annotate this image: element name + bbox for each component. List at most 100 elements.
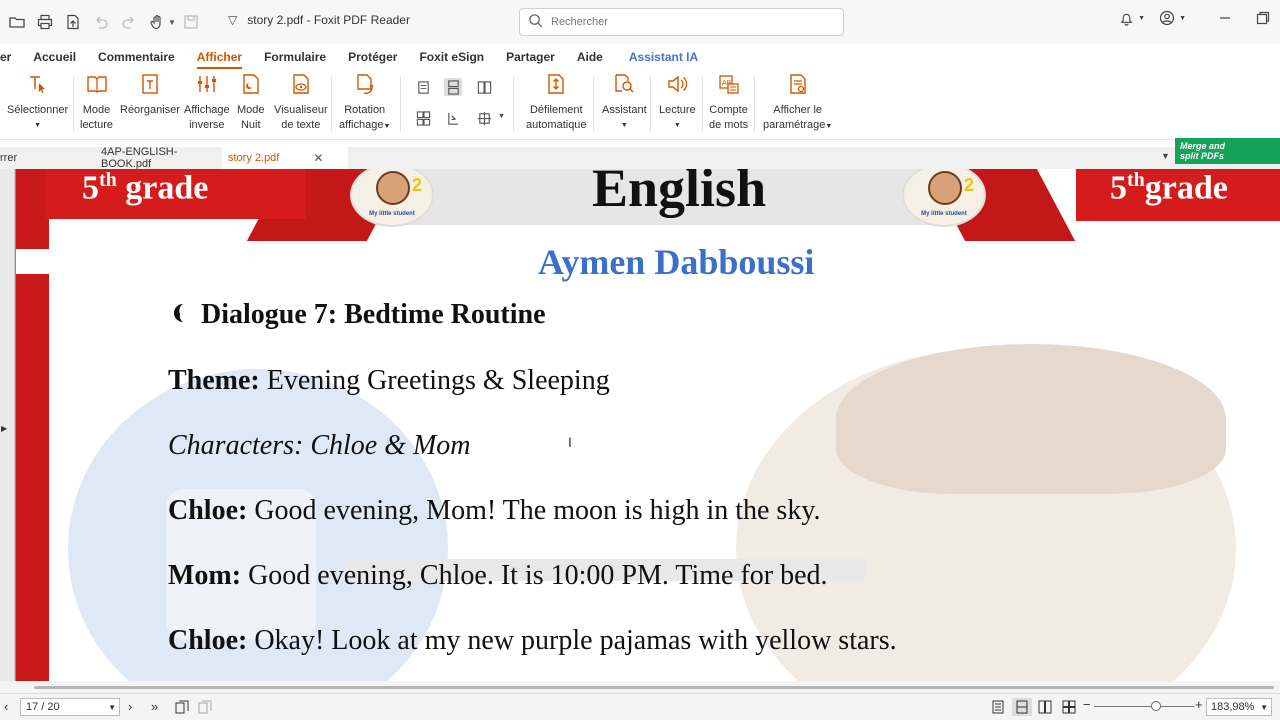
- page-number-field[interactable]: 17 / 20 ▼: [20, 698, 120, 716]
- scrollbar-thumb[interactable]: [34, 686, 1274, 689]
- zoom-slider-knob[interactable]: [1151, 701, 1161, 711]
- settings-dropdown-icon: ▼: [825, 123, 833, 130]
- zoom-in-icon[interactable]: +: [1195, 697, 1203, 712]
- expand-panel-icon[interactable]: ▶: [1, 424, 7, 433]
- auto-scroll-icon: [544, 72, 568, 96]
- search-icon: [528, 13, 543, 31]
- text-viewer-icon: [289, 72, 313, 96]
- word-count-icon: AB: [717, 72, 741, 96]
- merge-split-promo[interactable]: Merge and split PDFs: [1175, 138, 1280, 164]
- tab-accueil[interactable]: Accueil: [22, 44, 87, 70]
- facing-continuous-view-icon[interactable]: [1062, 700, 1076, 717]
- read-dropdown-icon: ▼: [673, 122, 681, 129]
- restore-icon[interactable]: [1256, 11, 1270, 25]
- night-mode-icon: [239, 72, 263, 96]
- search-box[interactable]: [519, 8, 844, 36]
- zoom-dropdown-icon[interactable]: ▼: [1260, 703, 1268, 712]
- reverse-view-button[interactable]: Affichage inverse: [184, 72, 230, 133]
- watermark-hair: [836, 344, 1226, 494]
- tab-4ap-english-book[interactable]: 4AP-ENGLISH-BOOK.pdf: [95, 146, 220, 170]
- grade-label-right: 5thgrade: [1110, 169, 1228, 207]
- split-view-dropdown-icon[interactable]: ▼: [498, 113, 505, 120]
- book-icon: [85, 72, 109, 96]
- single-page-view-icon[interactable]: [991, 700, 1005, 717]
- left-panel-collapsed[interactable]: ▶: [0, 169, 15, 681]
- last-page-icon[interactable]: »: [151, 699, 158, 714]
- continuous-page-icon[interactable]: [444, 78, 462, 96]
- previous-page-icon[interactable]: ‹: [4, 699, 8, 714]
- two-page-icon[interactable]: [475, 78, 493, 96]
- zoom-slider-track[interactable]: [1094, 706, 1194, 707]
- reorganize-button[interactable]: Réorganiser: [120, 72, 180, 118]
- zoom-field[interactable]: 183,98% ▼: [1206, 698, 1272, 716]
- text-viewer-button[interactable]: Visualiseur de texte: [274, 72, 328, 133]
- word-count-button[interactable]: AB Compte de mots: [709, 72, 748, 133]
- tab-partial-doc[interactable]: rrer: [0, 147, 92, 169]
- page-dropdown-icon[interactable]: ▼: [108, 703, 116, 712]
- hand-tool-dropdown-icon[interactable]: ▼: [168, 18, 176, 27]
- tab-afficher[interactable]: Afficher: [186, 44, 253, 70]
- dialogue-heading: Dialogue 7: Bedtime Routine: [168, 299, 546, 333]
- rotate-view-button[interactable]: Rotation affichage▼: [339, 72, 390, 134]
- grade-label-left: 5th grade: [82, 169, 209, 207]
- assistant-dropdown-icon: ▼: [620, 122, 628, 129]
- account-icon[interactable]: ▼: [1159, 10, 1186, 26]
- assistant-button[interactable]: Assistant ▼: [602, 72, 647, 133]
- two-page-continuous-icon[interactable]: [414, 109, 432, 127]
- auto-scroll-button[interactable]: Défilement automatique: [526, 72, 587, 133]
- tab-aide[interactable]: Aide: [566, 44, 614, 70]
- reflow-icon[interactable]: [444, 109, 462, 127]
- ribbon: Sélectionner ▼ Mode lecture Réorganiser …: [0, 70, 1280, 140]
- tab-foxit-esign[interactable]: Foxit eSign: [408, 44, 495, 70]
- text-cursor-icon: I: [568, 434, 572, 450]
- export-icon[interactable]: [64, 13, 82, 31]
- next-view-icon[interactable]: [198, 700, 212, 717]
- tab-formulaire[interactable]: Formulaire: [253, 44, 337, 70]
- search-input[interactable]: [551, 16, 831, 28]
- tab-commentaire[interactable]: Commentaire: [87, 44, 186, 70]
- minimize-icon[interactable]: [1218, 11, 1232, 25]
- status-bar: ‹ 17 / 20 ▼ › » − + 183,98% ▼: [0, 693, 1280, 720]
- tab-story-2[interactable]: story 2.pdf ✕: [222, 147, 348, 169]
- undo-icon[interactable]: [92, 13, 110, 31]
- tab-partial[interactable]: er: [0, 44, 22, 70]
- speaker-icon: [665, 72, 689, 96]
- tab-proteger[interactable]: Protéger: [337, 44, 408, 70]
- next-page-icon[interactable]: ›: [128, 699, 132, 714]
- horizontal-scrollbar[interactable]: [0, 681, 1280, 693]
- tab-list-dropdown-icon[interactable]: ▼: [1161, 151, 1170, 161]
- redo-icon[interactable]: [120, 13, 138, 31]
- tab-assistant-ia[interactable]: Assistant IA: [618, 44, 709, 70]
- title-bar: ▼ ▽ story 2.pdf - Foxit PDF Reader ▼ ▼: [0, 0, 1280, 44]
- pdf-page: 5th grade 5thgrade 2 My little student 2…: [16, 169, 1280, 681]
- read-button[interactable]: Lecture ▼: [659, 72, 696, 133]
- notification-bell-icon[interactable]: ▼: [1119, 11, 1145, 26]
- hand-tool-icon[interactable]: [148, 13, 166, 31]
- window-title-text: story 2.pdf - Foxit PDF Reader: [247, 13, 410, 27]
- previous-view-icon[interactable]: [175, 700, 189, 717]
- split-view-icon[interactable]: [475, 109, 493, 127]
- settings-doc-icon: [786, 72, 810, 96]
- dialogue-line-3: Chloe: Okay! Look at my new purple pajam…: [168, 625, 897, 656]
- customize-dropdown-icon[interactable]: ▽: [228, 13, 237, 27]
- document-area[interactable]: ▶ 5th grade 5thgrade 2 My little student…: [0, 169, 1280, 681]
- document-tabs: rrer 4AP-ENGLISH-BOOK.pdf story 2.pdf ✕ …: [0, 138, 1280, 170]
- document-author: Aymen Dabboussi: [538, 242, 815, 282]
- night-mode-button[interactable]: Mode Nuit: [237, 72, 265, 133]
- open-folder-icon[interactable]: [8, 13, 26, 31]
- reading-mode-button[interactable]: Mode lecture: [80, 72, 113, 133]
- print-icon[interactable]: [36, 13, 54, 31]
- select-button[interactable]: Sélectionner ▼: [7, 72, 68, 133]
- tab-partager[interactable]: Partager: [495, 44, 566, 70]
- save-icon[interactable]: [182, 13, 200, 31]
- single-page-icon[interactable]: [414, 78, 432, 96]
- close-tab-icon[interactable]: ✕: [313, 151, 323, 165]
- continuous-view-icon[interactable]: [1012, 698, 1032, 716]
- theme-line: Theme: Evening Greetings & Sleeping: [168, 365, 610, 396]
- zoom-out-icon[interactable]: −: [1083, 697, 1091, 712]
- select-text-icon: [26, 72, 50, 96]
- page-left-border: [16, 169, 49, 681]
- view-settings-button[interactable]: Afficher le paramétrage▼: [763, 72, 832, 134]
- facing-view-icon[interactable]: [1038, 700, 1052, 717]
- dialogue-line-1: Chloe: Good evening, Mom! The moon is hi…: [168, 495, 821, 526]
